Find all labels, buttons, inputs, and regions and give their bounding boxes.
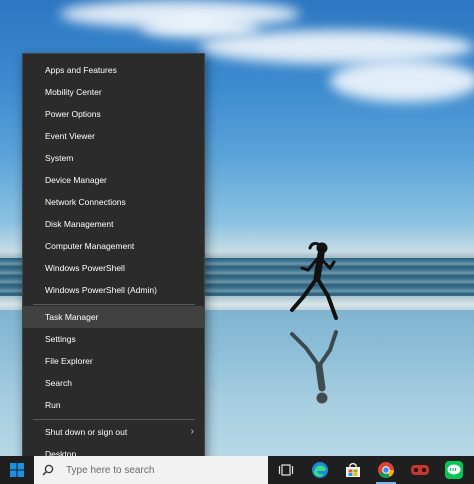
start-button[interactable] [0,456,34,484]
menu-item-label: Windows PowerShell (Admin) [45,285,157,295]
search-placeholder: Type here to search [66,464,155,476]
menu-item-label: Settings [45,334,76,344]
menu-item-label: Task Manager [45,312,99,322]
game-icon [411,465,429,475]
search-icon [42,464,54,476]
menu-item-system[interactable]: System [23,147,204,169]
chrome-icon [378,462,394,478]
menu-separator [33,419,195,420]
game-app-button[interactable] [404,456,436,484]
menu-item-windows-powershell[interactable]: Windows PowerShell [23,257,204,279]
line-app-button[interactable] [438,456,470,484]
menu-item-shut-down-or-sign-out[interactable]: Shut down or sign out › [23,421,204,443]
winx-context-menu: Apps and Features Mobility Center Power … [22,53,205,467]
menu-item-label: Mobility Center [45,87,102,97]
menu-item-file-explorer[interactable]: File Explorer [23,350,204,372]
store-icon [346,462,360,477]
menu-item-label: Computer Management [45,241,135,251]
menu-item-label: Network Connections [45,197,126,207]
menu-item-device-manager[interactable]: Device Manager [23,169,204,191]
menu-item-settings[interactable]: Settings [23,328,204,350]
menu-item-label: Windows PowerShell [45,263,125,273]
menu-item-computer-management[interactable]: Computer Management [23,235,204,257]
taskbar-search-box[interactable]: Type here to search [34,456,268,484]
runner-silhouette [290,242,338,320]
menu-item-label: System [45,153,74,163]
menu-item-label: Run [45,400,61,410]
runner-reflection [290,330,338,404]
menu-item-network-connections[interactable]: Network Connections [23,191,204,213]
menu-item-label: Disk Management [45,219,114,229]
edge-icon [312,462,328,478]
menu-item-task-manager[interactable]: Task Manager [23,306,204,328]
menu-item-run[interactable]: Run [23,394,204,416]
task-view-button[interactable] [270,456,302,484]
cloud [330,60,474,102]
chrome-button[interactable] [370,456,402,484]
menu-item-event-viewer[interactable]: Event Viewer [23,125,204,147]
cloud [140,18,260,38]
menu-item-disk-management[interactable]: Disk Management [23,213,204,235]
edge-button[interactable] [304,456,336,484]
chevron-right-icon: › [190,426,194,437]
menu-item-label: Search [45,378,72,388]
menu-item-windows-powershell-admin[interactable]: Windows PowerShell (Admin) [23,279,204,301]
menu-item-label: File Explorer [45,356,93,366]
menu-item-search[interactable]: Search [23,372,204,394]
menu-item-label: Power Options [45,109,101,119]
windows-logo-icon [10,463,24,477]
menu-item-label: Apps and Features [45,65,117,75]
menu-item-label: Device Manager [45,175,107,185]
menu-item-power-options[interactable]: Power Options [23,103,204,125]
menu-item-label: Shut down or sign out [45,427,128,437]
menu-item-apps-and-features[interactable]: Apps and Features [23,59,204,81]
menu-item-label: Event Viewer [45,131,95,141]
store-button[interactable] [337,456,369,484]
task-view-icon [278,464,294,476]
menu-item-mobility-center[interactable]: Mobility Center [23,81,204,103]
taskbar: Type here to search [0,456,474,484]
menu-separator [33,304,195,305]
line-app-icon [445,461,463,479]
